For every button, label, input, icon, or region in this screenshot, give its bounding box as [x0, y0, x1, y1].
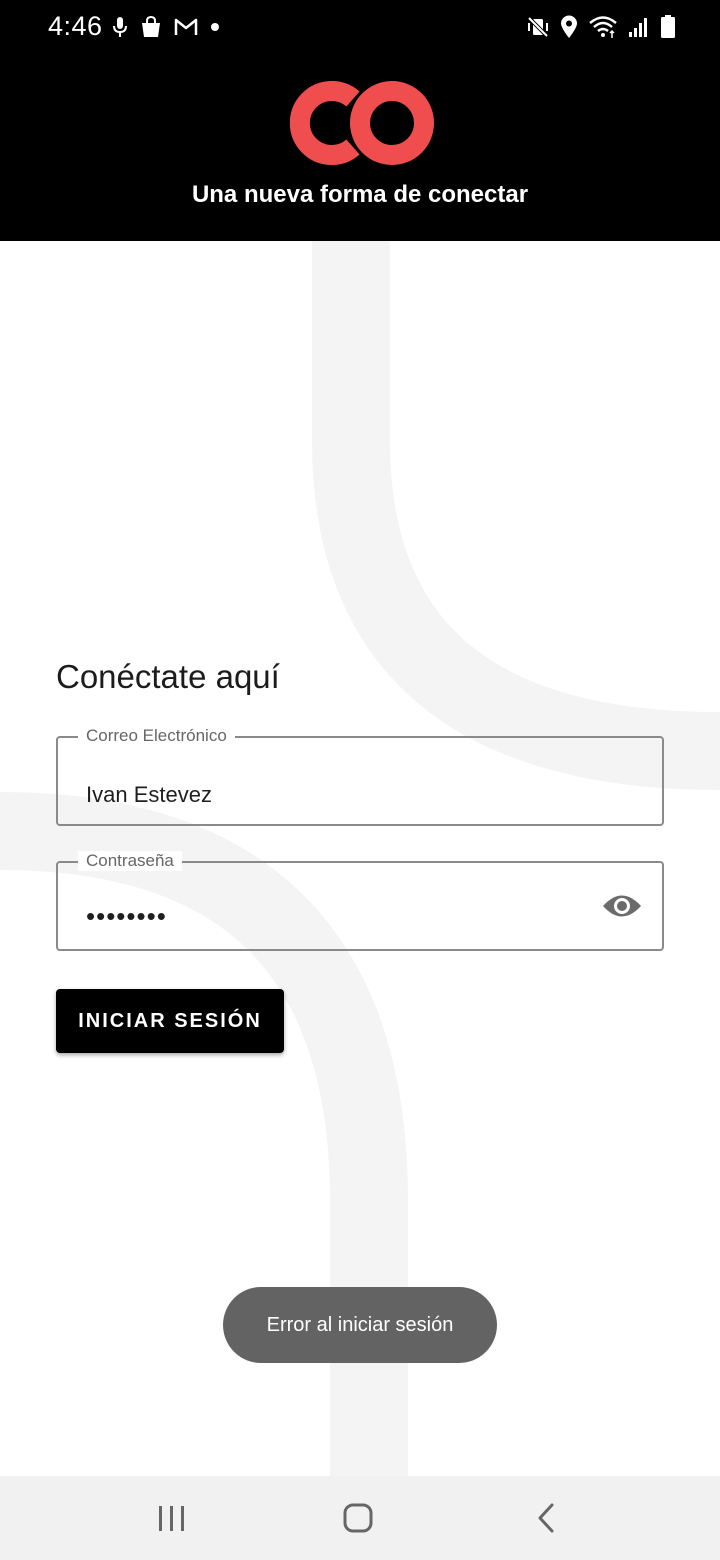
status-right-icons — [526, 14, 676, 40]
status-bar: 4:46 — [0, 0, 720, 54]
error-toast: Error al iniciar sesión — [223, 1287, 497, 1363]
status-time: 4:46 — [48, 11, 103, 41]
eye-icon[interactable] — [602, 893, 642, 919]
email-label: Correo Electrónico — [78, 726, 235, 746]
toast-message: Error al iniciar sesión — [266, 1313, 454, 1336]
battery-icon — [660, 15, 676, 39]
recents-icon[interactable] — [150, 1496, 194, 1540]
login-button[interactable]: INICIAR SESIÓN — [56, 989, 284, 1053]
password-field[interactable]: Contraseña •••••••• — [56, 851, 664, 951]
shopping-bag-icon — [140, 16, 162, 38]
signal-icon — [628, 16, 650, 38]
app-header: 4:46 Una nueva forma de conectar — [0, 0, 720, 241]
password-input[interactable]: •••••••• — [86, 903, 167, 929]
tagline: Una nueva forma de conectar — [191, 181, 529, 208]
email-field[interactable]: Correo Electrónico Ivan Estevez — [56, 726, 664, 826]
brand-logo — [284, 80, 436, 166]
status-left-icons — [112, 14, 220, 40]
vibrate-off-icon — [526, 15, 550, 39]
password-label: Contraseña — [78, 851, 182, 871]
dot-icon — [210, 22, 220, 32]
email-input[interactable]: Ivan Estevez — [86, 782, 212, 808]
login-screen: 4:46 Una nueva forma de conectar Conécta… — [0, 0, 720, 1560]
wifi-icon — [588, 15, 618, 39]
back-icon[interactable] — [524, 1496, 568, 1540]
navigation-bar — [0, 1476, 720, 1560]
home-icon[interactable] — [336, 1496, 380, 1540]
gmail-icon — [174, 18, 198, 36]
microphone-icon — [112, 16, 128, 38]
location-icon — [560, 15, 578, 39]
login-title: Conéctate aquí — [56, 658, 280, 695]
